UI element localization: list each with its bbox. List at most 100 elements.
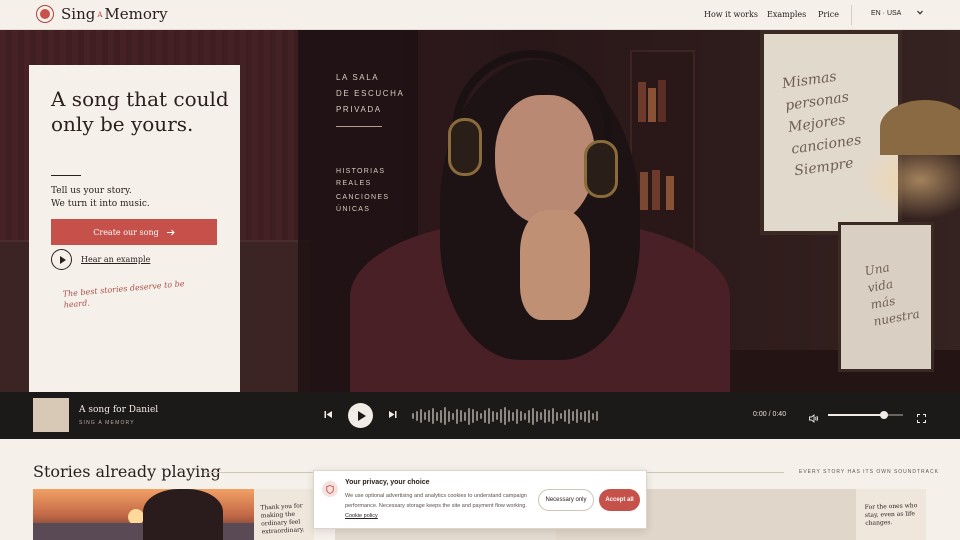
- side-label-canciones: CANCIONES ÚNICAS: [336, 194, 390, 213]
- stories-note: EVERY STORY HAS ITS OWN SOUNDTRACK: [799, 469, 939, 475]
- fullscreen-icon[interactable]: [917, 410, 926, 428]
- play-example-button[interactable]: [51, 249, 72, 270]
- waveform-bar: [524, 412, 526, 420]
- play-icon: [357, 410, 366, 421]
- waveform-bar: [484, 409, 486, 423]
- waveform-bar: [500, 409, 502, 423]
- waveform-bar: [472, 409, 474, 423]
- waveform-bar: [592, 412, 594, 420]
- nav-price[interactable]: Price: [818, 10, 839, 19]
- waveform-bar: [476, 411, 478, 421]
- story-card-image[interactable]: [33, 489, 254, 540]
- waveform-bar: [492, 410, 494, 422]
- side-divider: [336, 126, 382, 127]
- headphone-cup-right: [584, 140, 618, 198]
- waveform-bar: [508, 410, 510, 422]
- previous-track-icon[interactable]: [324, 410, 333, 421]
- play-icon: [59, 255, 66, 264]
- waveform-bar: [572, 411, 574, 421]
- accept-all-button[interactable]: Accept all: [599, 489, 640, 511]
- waveform-bar: [436, 411, 438, 421]
- waveform-bar: [420, 409, 422, 423]
- waveform-bar: [440, 409, 442, 423]
- waveform-bar: [480, 413, 482, 419]
- waveform-bar: [548, 410, 550, 422]
- waveform-bar: [460, 410, 462, 422]
- create-song-label: Create our song: [93, 227, 159, 237]
- waveform-bar: [532, 407, 534, 425]
- desk-frame-lyrics: Una vida más nuestra: [838, 222, 934, 372]
- volume-knob[interactable]: [880, 411, 889, 419]
- cookie-title: Your privacy, your choice: [345, 479, 430, 486]
- hero-subtitle: Tell us your story. We turn it into musi…: [51, 186, 150, 209]
- waveform-bar: [432, 408, 434, 424]
- person-hands: [520, 210, 590, 320]
- language-selector[interactable]: EN · USA: [871, 10, 901, 17]
- cookie-banner: Your privacy, your choice We use optiona…: [313, 470, 647, 529]
- waveform-bar: [496, 412, 498, 420]
- waveform-bar: [564, 410, 566, 422]
- waveform-bar: [536, 410, 538, 422]
- waveform-bar: [424, 412, 426, 420]
- waveform-bar: [528, 409, 530, 423]
- logo-text: Sing A Memory: [61, 5, 168, 23]
- hero-divider: [51, 175, 81, 176]
- couple-silhouette: [143, 489, 223, 540]
- headphone-cup-left: [448, 118, 482, 176]
- chevron-down-icon[interactable]: [917, 10, 923, 17]
- waveform-bar: [448, 410, 450, 422]
- waveform-bar: [456, 408, 458, 424]
- waveform-bar: [568, 408, 570, 424]
- waveform-bar: [580, 412, 582, 420]
- waveform-bar: [588, 409, 590, 423]
- waveform-scrubber[interactable]: [412, 406, 630, 426]
- logo[interactable]: Sing A Memory: [36, 5, 168, 23]
- waveform-bar: [576, 409, 578, 423]
- nav-examples[interactable]: Examples: [767, 10, 806, 19]
- hero-title: A song that could only be yours.: [51, 87, 229, 136]
- waveform-bar: [444, 407, 446, 425]
- audio-player: A song for Daniel SING A MEMORY 0:00 / 0…: [0, 392, 960, 439]
- nav-how-it-works[interactable]: How it works: [704, 10, 758, 19]
- nav-divider: [851, 5, 852, 25]
- waveform-bar: [468, 407, 470, 425]
- track-thumbnail: [33, 398, 69, 432]
- waveform-bar: [504, 407, 506, 425]
- story-card-note: Thank you for making the ordinary feel e…: [254, 489, 314, 540]
- lamp-icon: [880, 100, 960, 155]
- logo-mark-icon: [36, 5, 54, 23]
- waveform-bar: [596, 411, 598, 421]
- next-track-icon[interactable]: [388, 410, 397, 421]
- waveform-bar: [416, 411, 418, 421]
- stories-title: Stories already playing: [33, 462, 221, 481]
- waveform-bar: [544, 409, 546, 423]
- side-title: LA SALA DE ESCUCHA PRIVADA: [336, 73, 405, 114]
- track-title: A song for Daniel: [79, 405, 159, 415]
- waveform-bar: [516, 408, 518, 424]
- shield-icon: [322, 481, 338, 497]
- waveform-bar: [428, 410, 430, 422]
- waveform-bar: [560, 413, 562, 419]
- site-header: Sing A Memory How it works Examples Price …: [0, 0, 960, 30]
- volume-slider[interactable]: [828, 411, 903, 419]
- time-readout: 0:00 / 0:40: [753, 411, 787, 418]
- waveform-bar: [464, 411, 466, 421]
- waveform-bar: [540, 412, 542, 420]
- story-card-note-2: For the ones who stay, even as life chan…: [856, 489, 926, 540]
- waveform-bar: [512, 411, 514, 421]
- hero-tagline: The best stories deserve to be heard.: [62, 279, 185, 310]
- create-song-button[interactable]: Create our song: [51, 219, 217, 245]
- waveform-bar: [552, 408, 554, 424]
- cookie-text: We use optional advertising and analytic…: [345, 493, 527, 519]
- volume-icon[interactable]: [809, 410, 819, 428]
- waveform-bar: [452, 412, 454, 420]
- arrow-right-icon: [166, 229, 175, 235]
- waveform-bar: [520, 411, 522, 421]
- play-pause-button[interactable]: [348, 403, 373, 428]
- track-artist: SING A MEMORY: [79, 420, 135, 426]
- volume-fill: [828, 414, 885, 416]
- cookie-policy-link[interactable]: Cookie policy: [345, 513, 378, 519]
- necessary-only-button[interactable]: Necessary only: [538, 489, 594, 511]
- waveform-bar: [556, 411, 558, 421]
- hear-example-link[interactable]: Hear an example: [81, 255, 150, 264]
